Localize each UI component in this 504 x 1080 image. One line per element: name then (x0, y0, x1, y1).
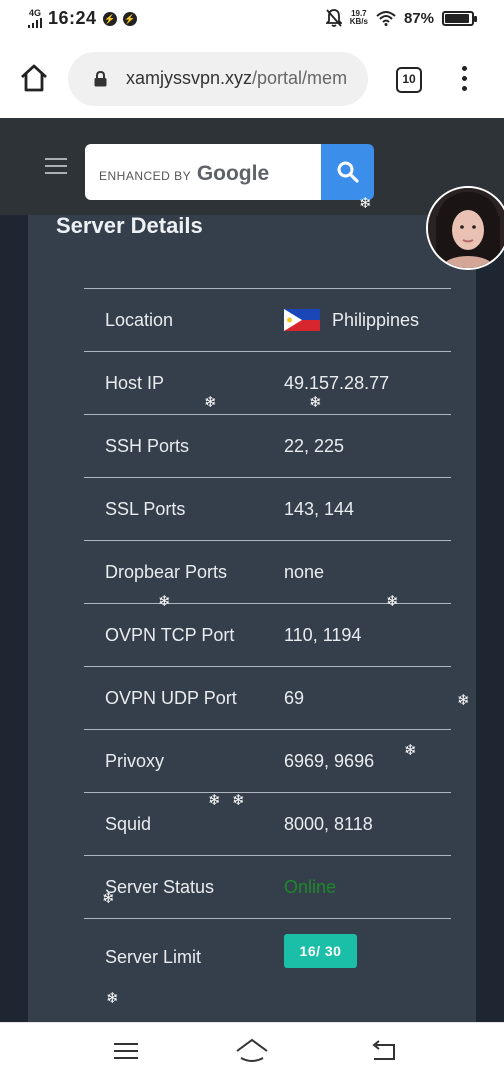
recent-apps-icon[interactable] (114, 1043, 138, 1061)
snowflake-icon: ❄ (457, 692, 470, 709)
row-ssh-ports: SSH Ports 22, 225 (84, 414, 451, 477)
snowflake-icon: ❄ (106, 990, 119, 1007)
row-location: Location Philippines (84, 288, 451, 351)
server-limit-badge: 16/ 30 (284, 934, 357, 968)
row-label: Server Limit (105, 947, 202, 967)
row-value: Philippines (284, 308, 419, 331)
status-bar: 4G 16:24 ⚡ ⚡ 19.7 KB/s 87% (0, 0, 504, 40)
back-icon[interactable] (370, 1039, 398, 1061)
row-label: Dropbear Ports (105, 562, 228, 582)
tab-switcher-button[interactable]: 10 (396, 67, 422, 93)
row-host-ip: Host IP 49.157.28.77 (84, 351, 451, 414)
snowflake-icon: ❄ (309, 394, 322, 411)
browser-toolbar: xamjyssvpn.xyz/portal/mem 10 (0, 40, 504, 118)
hamburger-menu-icon[interactable] (45, 158, 67, 174)
row-server-limit: Server Limit 16/ 30 (84, 918, 451, 996)
row-label: Server Status (105, 877, 215, 897)
status-badge: Online (284, 877, 337, 897)
messenger-icon: ⚡ (122, 11, 137, 26)
row-value: 22, 225 (284, 436, 345, 456)
row-server-status: Server Status Online (84, 855, 451, 918)
server-details-table: Location Philippines Host IP 49.157.28.7… (84, 288, 451, 996)
snowflake-icon: ❄ (204, 394, 217, 411)
address-bar[interactable]: xamjyssvpn.xyz/portal/mem (68, 52, 368, 106)
snowflake-icon: ❄ (232, 792, 245, 809)
row-label: OVPN UDP Port (105, 688, 237, 708)
row-label: Squid (105, 814, 152, 834)
row-value: 110, 1194 (284, 625, 362, 645)
row-value: none (284, 562, 325, 582)
search-button[interactable] (321, 144, 374, 200)
row-value: 6969, 9696 (284, 751, 375, 771)
overflow-menu-icon[interactable] (456, 66, 472, 94)
profile-photo-icon (428, 188, 504, 268)
row-label: Host IP (105, 373, 165, 393)
site-header: ENHANCED BY Google (0, 118, 504, 215)
row-ssl-ports: SSL Ports 143, 144 (84, 477, 451, 540)
system-navigation-bar (0, 1022, 504, 1080)
snowflake-icon: ❄ (386, 593, 399, 610)
snowflake-icon: ❄ (208, 792, 221, 809)
row-label: SSH Ports (105, 436, 190, 456)
row-label: SSL Ports (105, 499, 186, 519)
row-ovpn-tcp-port: OVPN TCP Port 110, 1194 (84, 603, 451, 666)
url-text: xamjyssvpn.xyz/portal/mem (126, 68, 348, 88)
search-input[interactable]: ENHANCED BY Google (85, 144, 321, 200)
row-label: OVPN TCP Port (105, 625, 235, 645)
row-value: 8000, 8118 (284, 814, 373, 834)
page-title: Server Details (56, 213, 203, 238)
chat-head-avatar[interactable] (426, 186, 504, 270)
nav-home-icon[interactable] (235, 1038, 269, 1064)
row-privoxy: Privoxy 6969, 9696 (84, 729, 451, 792)
lock-icon (94, 71, 107, 87)
net-speed: 19.7 KB/s (349, 9, 368, 26)
search-placeholder: ENHANCED BY Google (99, 162, 270, 185)
row-label: Location (105, 310, 174, 330)
row-value: 49.157.28.77 (284, 373, 390, 393)
signal-icon (28, 18, 42, 28)
network-type: 4G (28, 8, 41, 18)
snowflake-icon: ❄ (158, 593, 171, 610)
mute-bell-icon (325, 9, 342, 27)
battery-percent: 87% (403, 9, 434, 27)
philippines-flag-icon (284, 308, 320, 331)
search-icon (337, 161, 359, 183)
battery-icon (442, 10, 477, 26)
wifi-icon (376, 11, 396, 26)
web-page: ENHANCED BY Google Server Details Locati… (0, 118, 504, 1022)
row-value: 69 (284, 688, 305, 708)
row-squid: Squid 8000, 8118 (84, 792, 451, 855)
messenger-icon: ⚡ (102, 11, 117, 26)
row-label: Privoxy (105, 751, 165, 771)
row-ovpn-udp-port: OVPN UDP Port 69 (84, 666, 451, 729)
row-value: 143, 144 (284, 499, 355, 519)
snowflake-icon: ❄ (404, 742, 417, 759)
snowflake-icon: ❄ (359, 195, 372, 212)
home-icon[interactable] (18, 62, 50, 94)
clock: 16:24 (48, 8, 97, 28)
snowflake-icon: ❄ (102, 890, 115, 907)
